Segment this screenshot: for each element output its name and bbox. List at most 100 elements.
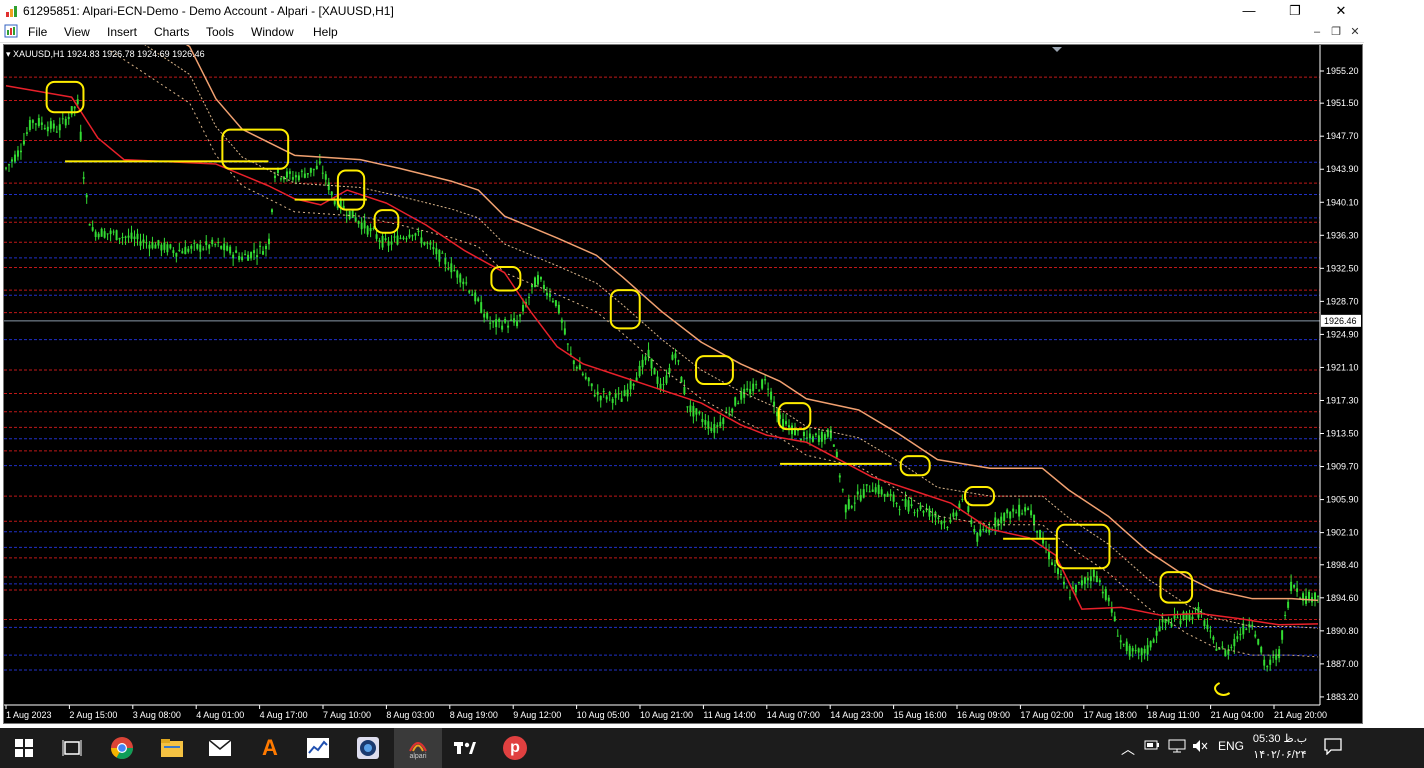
alpari-icon[interactable]: alpari [394,728,442,768]
candle-body [169,244,172,249]
candle-body [1296,588,1299,592]
system-clock[interactable]: 05:30 ب.ظ ۱۴۰۲/۰۶/۲۴ [1250,731,1310,763]
candle-body [805,437,808,439]
candle-body [333,200,336,205]
maximize-button[interactable]: ❐ [1272,0,1318,22]
annotation-box [609,289,641,330]
candle-body [1242,623,1245,635]
candle-body [528,296,531,298]
notifications-icon[interactable] [1324,737,1342,758]
time-tick-label: 21 Aug 20:00 [1274,710,1327,720]
candle-body [1206,624,1209,630]
candle-body [1033,514,1036,526]
menu-charts[interactable]: Charts [154,25,189,39]
candle-body [1107,597,1110,602]
avast-icon[interactable]: A [258,735,282,760]
candle-body [767,388,770,390]
menu-tools[interactable]: Tools [206,25,234,39]
chart-close-button[interactable]: ✕ [1348,25,1362,39]
candle-body [348,210,351,219]
candle-body [390,241,393,245]
candle-body [1263,659,1266,666]
chart-app-icon[interactable] [306,736,330,760]
candle-body [1257,639,1260,645]
psiphon-icon[interactable]: p [503,736,527,760]
candle-body [79,131,82,140]
candle-body [327,182,330,190]
candle-body [695,408,698,415]
candle-body [61,118,64,120]
price-chart[interactable]: 1955.20 1951.50 1947.70 1943.90 1940.10 1936.… [4,45,1362,723]
candle-body [375,234,378,239]
candle-body [291,177,294,180]
tradingview-icon[interactable] [453,736,477,760]
orange-indicator-line [185,45,1319,602]
menu-insert[interactable]: Insert [107,25,137,39]
candle-body [154,244,157,249]
annotation-box [490,266,522,292]
candle-body [704,420,707,425]
candle-body [922,510,925,513]
candle-body [545,292,548,296]
candle-body [1083,577,1086,584]
candle-body [1179,620,1182,625]
price-tick-label: 1917.30 [1326,395,1359,405]
candle-body [548,293,551,298]
candle-body [226,245,229,251]
chart-minimize-button[interactable]: – [1310,25,1324,39]
candle-body [976,532,979,542]
candle-body [507,325,510,328]
candle-body [647,349,650,357]
menu-view[interactable]: View [64,25,90,39]
volume-mute-icon[interactable] [1192,739,1208,756]
candle-body [300,170,303,172]
candle-body [587,377,590,382]
candle-body [357,221,360,224]
candle-body [611,398,614,403]
menu-help[interactable]: Help [313,25,338,39]
candle-body [378,240,381,242]
candle-body [265,245,268,250]
chart-restore-button[interactable]: ❐ [1329,25,1343,39]
candle-body [880,489,883,495]
language-indicator[interactable]: ENG [1218,739,1244,753]
candle-body [674,353,677,359]
candle-body [372,228,375,230]
tray-chevron-icon[interactable]: ︿ [1121,739,1135,759]
chart-collapse-icon[interactable]: ▾ [6,49,13,59]
candle-body [432,247,435,250]
chrome-icon[interactable] [110,736,134,760]
candle-body [1012,508,1015,512]
candle-body [722,418,725,425]
price-tick-label: 1928.70 [1326,296,1359,306]
candle-body [133,236,136,240]
candle-body [270,209,273,213]
candle-body [1176,617,1179,619]
battery-icon[interactable] [1144,739,1160,754]
file-explorer-icon[interactable] [160,736,184,760]
candle-body [465,282,468,284]
minimize-button[interactable]: — [1226,0,1272,22]
chart-window-icon[interactable] [4,24,18,38]
candle-body [441,252,444,254]
close-button[interactable]: ✕ [1318,0,1364,22]
candle-body [785,421,788,425]
candle-body [354,217,357,222]
task-view-icon[interactable] [60,736,84,760]
candle-body [279,178,282,180]
windows-start-icon[interactable] [12,736,36,760]
candle-body [1116,635,1119,637]
candle-body [1006,509,1009,514]
mail-icon[interactable] [208,736,232,760]
menu-file[interactable]: File [28,25,47,39]
candle-body [492,321,495,323]
candle-body [662,384,665,386]
media-app-icon[interactable] [356,736,380,760]
chart-symbol-quote: XAUUSD,H1 1924.83 1926.78 1924.69 1926.4… [13,49,205,59]
candle-body [820,431,823,442]
candle-body [802,431,805,437]
network-icon[interactable] [1168,739,1186,756]
candle-body [1266,666,1269,668]
menu-window[interactable]: Window [251,25,294,39]
candle-body [898,509,901,511]
